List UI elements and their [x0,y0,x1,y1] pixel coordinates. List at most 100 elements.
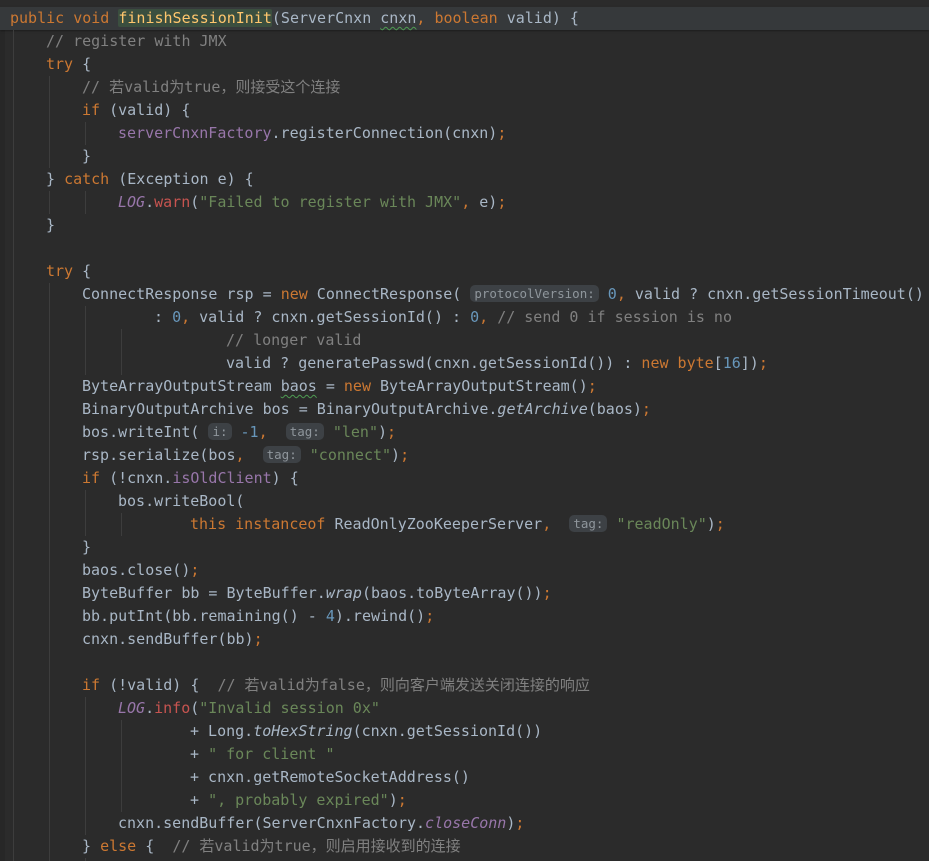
code-line[interactable]: if (!cnxn.isOldClient) { [0,467,929,490]
token-static-method: toHexString [253,722,353,740]
code-line[interactable]: ConnectResponse rsp = new ConnectRespons… [0,283,929,306]
code-line[interactable]: rsp.serialize(bos, tag: "connect"); [0,444,929,467]
token-keyword: public [10,9,65,27]
token-text: valid ? cnxn.getSessionTimeout() [625,285,924,303]
code-line[interactable]: try { [0,260,929,283]
token-text: e) [470,193,498,211]
token-text: . [145,699,155,717]
code-line[interactable]: if (!valid) { // 若valid为false，则向客户端发送关闭连… [0,674,929,697]
token-text: ).rewind() [334,607,426,625]
code-line[interactable]: } [0,214,929,237]
indent-guide [13,812,14,835]
token-text: valid ? generatePasswd(cnxn.getSessionId… [226,354,642,372]
code-line[interactable]: : 0, valid ? cnxn.getSessionId() : 0, //… [0,306,929,329]
indent-guide [13,398,14,421]
code-line[interactable]: baos.close(); [0,559,929,582]
indent-guide [121,789,122,812]
code-line[interactable]: } catch (Exception e) { [0,168,929,191]
parameter-hint[interactable]: protocolVersion: [470,285,599,302]
indent-guide [85,812,86,835]
code-line[interactable]: ByteArrayOutputStream baos = new ByteArr… [0,375,929,398]
token-text: (baos) [587,400,642,418]
token-text: } [82,147,92,165]
token-text: (cnxn.getSessionId()) [352,722,543,740]
code-editor[interactable]: public void finishSessionInit(ServerCnxn… [0,0,929,861]
token-punctuation: ; [515,814,525,832]
token-log-method: info [154,699,191,717]
indent-guide [49,398,50,421]
token-text: ]) [740,354,759,372]
token-comment: // longer valid [226,331,362,349]
code-line[interactable]: try { [0,53,929,76]
code-line[interactable]: } [0,145,929,168]
code-line[interactable]: bos.writeInt( i: -1, tag: "len"); [0,421,929,444]
token-text: } [82,837,101,855]
code-line[interactable]: // register with JMX [0,30,929,53]
code-line[interactable]: } else { // 若valid为true，则启用接收到的连接 [0,835,929,858]
token-field: isOldClient [172,469,272,487]
indent-guide [49,536,50,559]
token-static-method: getArchive [497,400,588,418]
code-line[interactable]: cnxn.sendBuffer(bb); [0,628,929,651]
token-keyword: this [190,515,227,533]
code-line[interactable] [0,237,929,260]
indent-guide [49,743,50,766]
parameter-hint[interactable]: tag: [569,515,608,532]
code-line[interactable] [0,651,929,674]
indent-guide [49,99,50,122]
code-line[interactable]: BinaryOutputArchive bos = BinaryOutputAr… [0,398,929,421]
code-line[interactable]: LOG.warn("Failed to register with JMX", … [0,191,929,214]
parameter-hint[interactable]: i: [208,423,232,440]
indent-guide [49,76,50,99]
indent-guide [121,513,122,536]
code-line[interactable]: // longer valid [0,329,929,352]
token-text: ByteArrayOutputStream() [371,377,588,395]
token-field: serverCnxnFactory [118,124,272,142]
indent-guide [13,421,14,444]
token-keyword: try [46,262,74,280]
indent-guide [49,467,50,490]
token-punctuation: ; [641,400,651,418]
token-comment: // send 0 if session is no [497,308,732,326]
token-punctuation: ; [715,515,725,533]
token-punctuation: , [479,308,489,326]
token-punctuation: , [235,446,245,464]
code-line[interactable]: + ", probably expired"); [0,789,929,812]
code-line[interactable]: cnxn.sendBuffer(ServerCnxnFactory.closeC… [0,812,929,835]
code-line[interactable]: } [0,536,929,559]
token-keyword: else [100,837,137,855]
parameter-hint[interactable]: tag: [262,446,301,463]
token-punctuation: , [616,285,626,303]
code-line[interactable]: // 若valid为true，则接受这个连接 [0,76,929,99]
indent-guide [49,697,50,720]
token-punctuation: ; [397,791,407,809]
token-keyword: new [641,354,669,372]
code-line[interactable]: + cnxn.getRemoteSocketAddress() [0,766,929,789]
token-text: ( [190,193,200,211]
code-line[interactable]: serverCnxnFactory.registerConnection(cnx… [0,122,929,145]
code-line[interactable]: ByteBuffer bb = ByteBuffer.wrap(baos.toB… [0,582,929,605]
token-string: "connect" [309,446,392,464]
indent-guide [13,651,14,674]
token-punctuation: ; [497,193,507,211]
token-text: (!cnxn. [100,469,173,487]
code-line[interactable]: valid ? generatePasswd(cnxn.getSessionId… [0,352,929,375]
indent-guide [85,743,86,766]
code-line[interactable]: bb.putInt(bb.remaining() - 4).rewind(); [0,605,929,628]
code-line[interactable]: this instanceof ReadOnlyZooKeeperServer,… [0,513,929,536]
sticky-method-signature[interactable]: public void finishSessionInit(ServerCnxn… [0,7,929,30]
parameter-hint[interactable]: tag: [285,423,324,440]
code-line[interactable]: if (valid) { [0,99,929,122]
token-number: 0 [172,308,182,326]
indent-guide [13,605,14,628]
indent-guide [13,237,14,260]
code-line[interactable]: LOG.info("Invalid session 0x" [0,697,929,720]
code-line[interactable]: + " for client " [0,743,929,766]
indent-guide [85,191,86,214]
indent-guide [13,375,14,398]
code-line[interactable]: + Long.toHexString(cnxn.getSessionId()) [0,720,929,743]
indent-guide [13,743,14,766]
code-line[interactable]: bos.writeBool( [0,490,929,513]
